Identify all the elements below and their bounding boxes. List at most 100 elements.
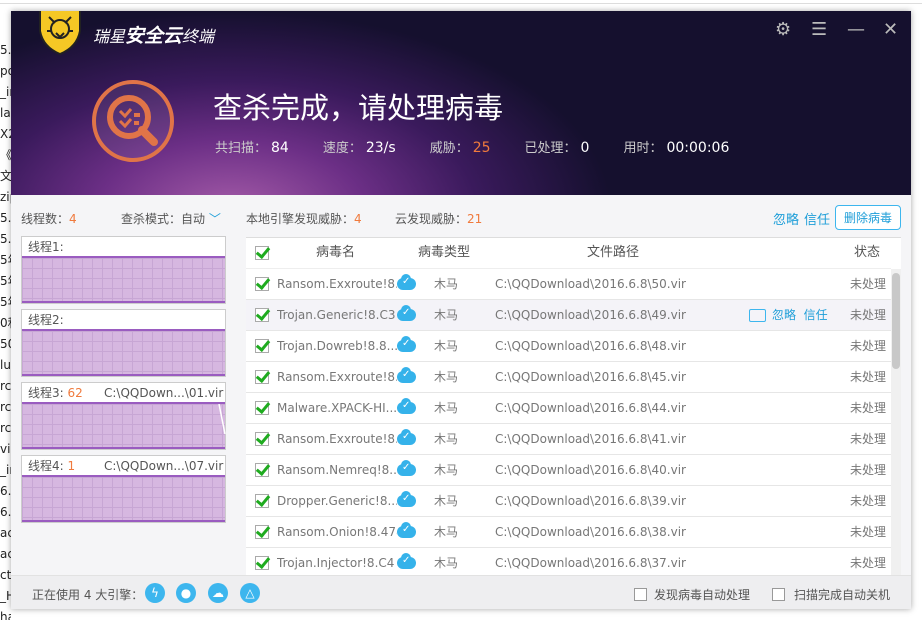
- status: 未处理: [850, 525, 887, 539]
- thread-activity-chart: [22, 404, 226, 449]
- auto-process-checkbox[interactable]: [634, 588, 647, 601]
- cloud-verified-icon: [397, 489, 416, 509]
- table-row[interactable]: Ransom.Exxroute!8... 木马 C:\QQDownload\20…: [246, 362, 891, 393]
- virus-name: Ransom.Nemreq!8...: [277, 463, 397, 477]
- virus-name: Trojan.Dowreb!8.8...: [277, 339, 397, 353]
- cloud-verified-icon: [397, 365, 416, 385]
- table-row[interactable]: Trojan.Injector!8.C4 木马 C:\QQDownload\20…: [246, 548, 891, 575]
- background-text-fragment: lu: [0, 358, 11, 372]
- background-text-fragment: _ir: [0, 85, 11, 99]
- virus-name: Malware.XPACK-HI...: [277, 401, 397, 415]
- background-text-fragment: ac: [0, 526, 11, 540]
- row-checkbox[interactable]: [255, 370, 269, 384]
- local-threats: 本地引擎发现威胁：4: [246, 210, 362, 227]
- thread-label: 线程2:: [28, 313, 64, 327]
- cloud-engine-icon[interactable]: ☁: [208, 583, 228, 603]
- settings-gear-icon[interactable]: ⚙: [775, 19, 791, 40]
- lightning-engine-icon[interactable]: ϟ: [145, 583, 165, 603]
- stat-speed: 速度： 23/s: [323, 137, 396, 156]
- table-row[interactable]: Dropper.Generic!8.... 木马 C:\QQDownload\2…: [246, 486, 891, 517]
- close-button[interactable]: ✕: [883, 19, 898, 40]
- delete-virus-button[interactable]: 删除病毒: [835, 205, 902, 230]
- virus-name: Ransom.Onion!8.478: [277, 525, 397, 539]
- scan-mode-value: 自动: [181, 212, 206, 226]
- thread-panel: 线程3: 62 C:\QQDown...\01.vir: [21, 382, 226, 450]
- stat-time: 用时： 00:00:06: [623, 137, 729, 156]
- cloud-threats-value: 21: [467, 212, 483, 226]
- stat-label: 威胁：: [429, 141, 469, 156]
- status: 未处理: [850, 339, 887, 353]
- virus-type: 木马: [434, 370, 459, 384]
- status: 未处理: [850, 556, 887, 570]
- table-row[interactable]: Ransom.Onion!8.478 木马 C:\QQDownload\2016…: [246, 517, 891, 548]
- engines-label: 正在使用 4 大引擎：: [32, 588, 144, 602]
- auto-process-label[interactable]: 发现病毒自动处理: [654, 586, 750, 603]
- background-text-fragment: 5.6: [0, 232, 11, 246]
- row-checkbox[interactable]: [255, 339, 269, 353]
- row-trust-link[interactable]: 信任: [804, 308, 828, 322]
- background-text-fragment: X2: [0, 127, 11, 141]
- virus-type: 木马: [434, 308, 459, 322]
- thread-count: 62: [67, 386, 83, 400]
- virus-type: 木马: [434, 401, 459, 415]
- thread-header: 线程2:: [22, 310, 225, 331]
- row-checkbox[interactable]: [255, 525, 269, 539]
- drive-engine-icon[interactable]: △: [240, 583, 260, 603]
- user-engine-icon[interactable]: ●: [176, 583, 196, 603]
- row-checkbox[interactable]: [255, 308, 269, 322]
- auto-shutdown-label[interactable]: 扫描完成自动关机: [794, 586, 890, 603]
- shield-folder-icon[interactable]: [749, 309, 766, 322]
- table-scrollbar[interactable]: [891, 269, 901, 575]
- scan-mode-dropdown[interactable]: 查杀模式：自动 ﹀: [121, 210, 221, 227]
- background-text-fragment: 5年: [0, 274, 11, 288]
- row-checkbox[interactable]: [255, 432, 269, 446]
- select-all-checkbox[interactable]: [255, 246, 269, 260]
- row-checkbox[interactable]: [255, 556, 269, 570]
- cloud-verified-icon: [397, 396, 416, 416]
- virus-name: Trojan.Injector!8.C4: [277, 556, 395, 570]
- virus-name: Ransom.Exxroute!8...: [277, 277, 397, 291]
- row-ignore-link[interactable]: 忽略: [772, 308, 796, 322]
- background-text-fragment: 50: [0, 337, 11, 351]
- stat-value: 25: [472, 140, 491, 156]
- header-type: 病毒类型: [418, 245, 471, 260]
- table-row[interactable]: Ransom.Nemreq!8... 木马 C:\QQDownload\2016…: [246, 455, 891, 486]
- row-checkbox[interactable]: [255, 463, 269, 477]
- cloud-verified-icon: [397, 334, 416, 354]
- table-row[interactable]: Malware.XPACK-HI... 木马 C:\QQDownload\201…: [246, 393, 891, 424]
- virus-type: 木马: [434, 432, 459, 446]
- header-path: 文件路径: [587, 245, 640, 260]
- table-row[interactable]: Ransom.Exxroute!8... 木马 C:\QQDownload\20…: [246, 424, 891, 455]
- chevron-down-icon[interactable]: ﹀: [209, 212, 221, 226]
- trust-all-link[interactable]: 信任: [804, 209, 830, 228]
- thread-activity-chart: [22, 258, 225, 303]
- table-row[interactable]: Trojan.Dowreb!8.8... 木马 C:\QQDownload\20…: [246, 331, 891, 362]
- scrollbar-thumb[interactable]: [892, 273, 900, 369]
- row-checkbox[interactable]: [255, 277, 269, 291]
- status: 未处理: [850, 308, 887, 322]
- background-text-fragment: 0和: [0, 316, 11, 330]
- row-checkbox[interactable]: [255, 401, 269, 415]
- ignore-all-link[interactable]: 忽略: [773, 209, 799, 228]
- thread-header: 线程1:: [22, 237, 225, 258]
- file-path: C:\QQDownload\2016.6.8\45.vir: [495, 370, 686, 384]
- menu-list-icon[interactable]: ☰: [811, 19, 827, 40]
- brand-title: 瑞星安全云终端: [93, 21, 214, 48]
- background-text-fragment: rc: [0, 421, 11, 435]
- minimize-button[interactable]: —: [847, 19, 865, 40]
- thread-count-value: 4: [69, 212, 77, 226]
- file-path: C:\QQDownload\2016.6.8\39.vir: [495, 494, 686, 508]
- cloud-verified-icon: [397, 551, 416, 571]
- background-text-fragment: rc: [0, 400, 11, 414]
- table-header: 病毒名 病毒类型 文件路径 状态: [246, 238, 891, 269]
- stat-label: 用时：: [623, 141, 663, 156]
- status: 未处理: [850, 463, 887, 477]
- table-row[interactable]: Trojan.Generic!8.C3 木马 C:\QQDownload\201…: [246, 300, 891, 331]
- table-row[interactable]: Ransom.Exxroute!8... 木马 C:\QQDownload\20…: [246, 269, 891, 300]
- status: 未处理: [850, 401, 887, 415]
- virus-type: 木马: [434, 494, 459, 508]
- auto-shutdown-checkbox[interactable]: [772, 588, 785, 601]
- virus-type: 木马: [434, 339, 459, 353]
- row-checkbox[interactable]: [255, 494, 269, 508]
- file-path: C:\QQDownload\2016.6.8\44.vir: [495, 401, 686, 415]
